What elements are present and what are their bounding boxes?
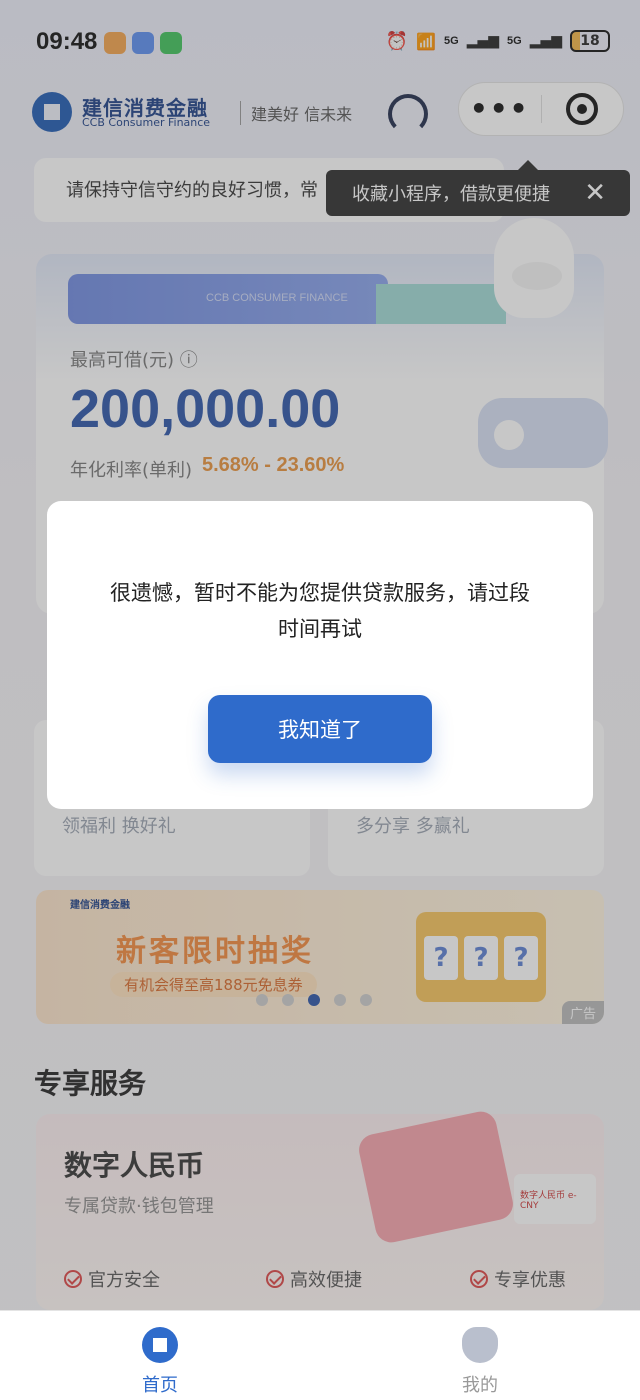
- dialog-message: 很遗憾，暂时不能为您提供贷款服务，请过段时间再试: [110, 581, 530, 641]
- acknowledge-button[interactable]: 我知道了: [208, 695, 432, 763]
- home-icon: [142, 1327, 178, 1363]
- nav-mine[interactable]: 我的: [430, 1323, 530, 1397]
- nav-home-label: 首页: [142, 1375, 178, 1396]
- profile-icon: [462, 1327, 498, 1363]
- nav-home[interactable]: 首页: [110, 1323, 210, 1397]
- bottom-nav: 首页 我的: [0, 1310, 640, 1400]
- alert-dialog: 很遗憾，暂时不能为您提供贷款服务，请过段时间再试 我知道了: [47, 501, 593, 809]
- nav-mine-label: 我的: [462, 1375, 498, 1396]
